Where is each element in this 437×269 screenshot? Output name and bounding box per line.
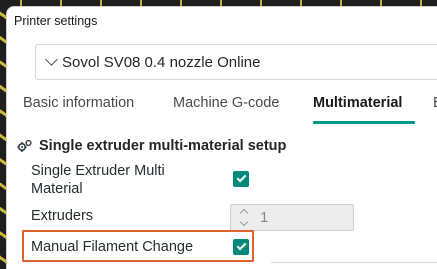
single-extruder-mm-checkbox[interactable] (233, 171, 249, 187)
chevron-down-icon (239, 217, 249, 227)
window-title: Printer settings (14, 14, 98, 28)
single-extruder-mm-label-line1: Single Extruder Multi (31, 163, 165, 179)
tab-machine-gcode[interactable]: Machine G-code (173, 95, 279, 111)
printer-preset-dropdown[interactable]: Sovol SV08 0.4 nozzle Online (35, 44, 437, 80)
tab-multimaterial[interactable]: Multimaterial (313, 95, 402, 111)
extruders-label: Extruders (31, 208, 94, 224)
next-field-edge (271, 262, 437, 269)
single-extruder-mm-label: Single Extruder Multi Material (31, 162, 165, 198)
chevron-up-icon (239, 208, 249, 218)
chevron-down-icon (45, 53, 58, 66)
single-extruder-mm-label-line2: Material (31, 181, 83, 197)
tab-basic-information[interactable]: Basic information (23, 95, 134, 111)
section-header: Single extruder multi-material setup (17, 136, 286, 156)
tab-extruder[interactable]: E (433, 95, 437, 111)
extruders-value: 1 (260, 209, 269, 226)
settings-tabs: Basic information Machine G-code Multima… (7, 91, 437, 124)
extruders-stepper[interactable]: 1 (230, 204, 354, 231)
checkmark-icon (236, 172, 246, 183)
active-tab-indicator (313, 121, 415, 124)
printer-preset-value: Sovol SV08 0.4 nozzle Online (62, 53, 261, 71)
highlight-box (22, 230, 254, 262)
section-title: Single extruder multi-material setup (39, 138, 287, 154)
gear-cluster-icon (17, 138, 33, 154)
stepper-arrows[interactable] (237, 207, 251, 228)
